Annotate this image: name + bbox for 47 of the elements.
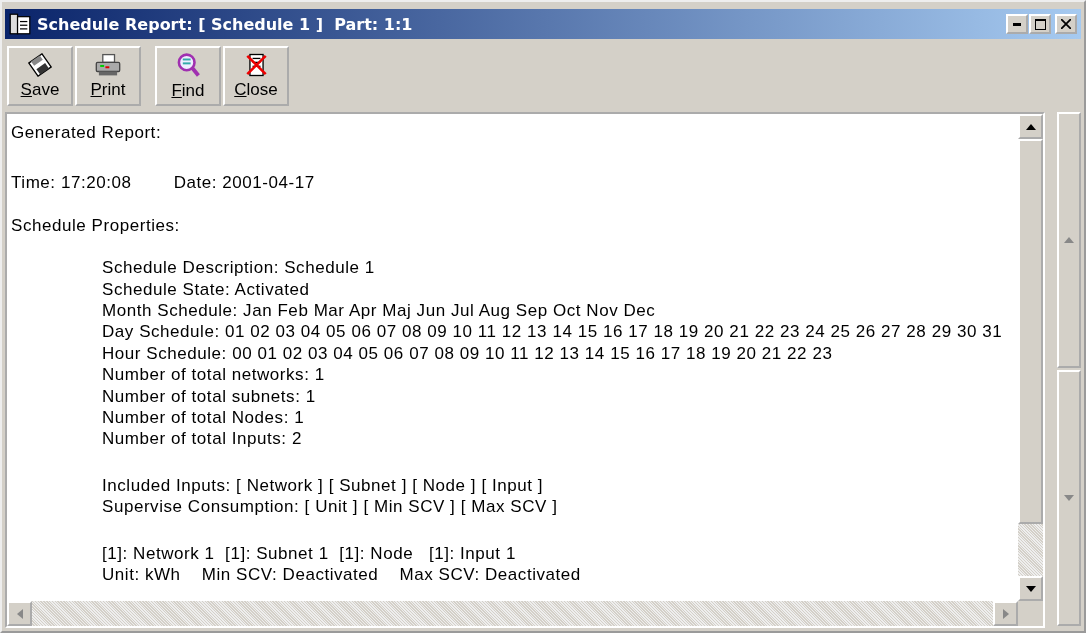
report-line: Schedule Description: Schedule 1 [102,257,376,279]
report-line: Included Inputs: [ Network ] [ Subnet ] [ Node ] [ Input ] [102,474,545,497]
scroll-right-icon [1002,608,1009,619]
scroll-left-button[interactable] [7,601,32,626]
scroll-thumb[interactable] [1018,139,1043,524]
report-line: Month Schedule: Jan Feb Mar Apr Maj Jun Jul Aug Sep Oct Nov Dec [102,300,657,322]
close-button[interactable] [1055,14,1077,34]
scroll-down-icon [1025,585,1036,592]
report-line: Schedule Properties: [11,214,181,237]
report-line: Number of total networks: 1 [102,364,326,386]
maximize-button[interactable] [1029,14,1051,34]
down-arrow-icon [1064,495,1074,501]
maximize-icon [1034,18,1046,30]
scroll-left-icon [16,608,23,619]
scroll-down-button[interactable] [1018,576,1043,601]
report-line: Number of total Inputs: 2 [102,428,303,450]
printer-icon [95,52,121,77]
document-cross-icon [245,52,267,77]
print-button[interactable]: Print [75,46,141,106]
report-line: Number of total subnets: 1 [102,385,317,408]
report-line: Unit: kWh Min SCV: Deactivated Max SCV: Deactivated [102,564,582,586]
find-button[interactable]: Find [155,46,221,106]
report-line: Hour Schedule: 00 01 02 03 04 05 06 07 08 09 10 11 12 13 14 15 16 17 18 19 20 21 22 23 [102,342,834,365]
minimize-button[interactable] [1006,14,1028,34]
close-button[interactable]: Close [223,46,289,106]
report-line: Time: 17:20:08 Date: 2001-04-17 [11,172,316,194]
report-line: Schedule State: Activated [102,278,311,301]
report-line: Supervise Consumption: [ Unit ] [ Min SCV ] [ Max SCV ] [102,496,559,518]
report-text-area[interactable] [5,112,1045,628]
up-arrow-icon [1064,237,1074,243]
scrollbar-corner [1018,601,1043,626]
minimize-icon [1013,22,1021,26]
scroll-up-button[interactable] [1018,114,1043,139]
vertical-scrollbar[interactable] [1018,114,1043,601]
window-title: Schedule Report: [ Schedule 1 ] Part: 1:1 [37,14,414,34]
save-button[interactable]: Save [7,46,73,106]
report-line: [1]: Network 1 [1]: Subnet 1 [1]: Node [1]: Input 1 [102,542,517,565]
close-icon [1061,19,1071,29]
horizontal-scrollbar[interactable] [7,601,1018,626]
report-line: Number of total Nodes: 1 [102,407,306,429]
report-icon [9,13,31,35]
scroll-up-icon [1025,123,1036,130]
report-line: Day Schedule: 01 02 03 04 05 06 07 08 09 10 11 12 13 14 15 16 17 18 19 20 21 22 23 24 25 26 27 28 29 30 31 [102,321,1004,343]
magnifier-icon [176,51,200,78]
page-down-button[interactable] [1057,370,1081,626]
report-line: Generated Report: [11,122,163,144]
page-up-button[interactable] [1057,112,1081,368]
